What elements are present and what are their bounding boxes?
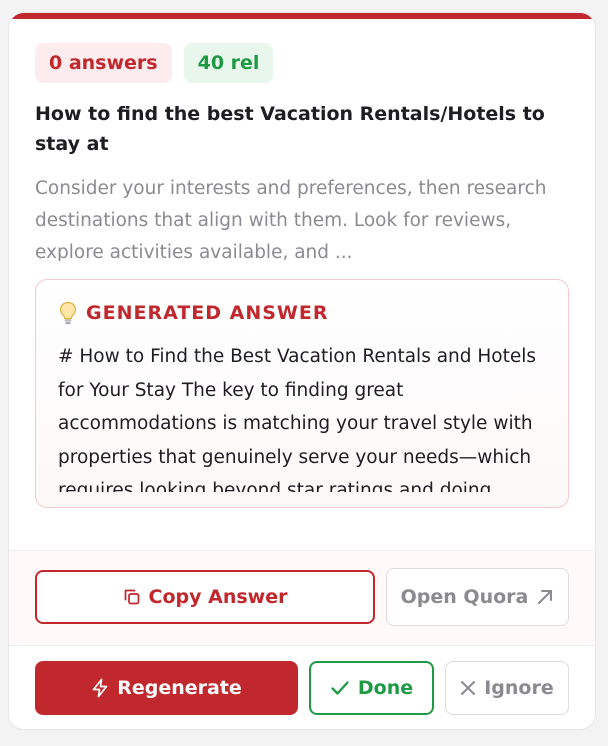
generated-answer-box: GENERATED ANSWER # How to Find the Best … (35, 279, 569, 508)
ignore-button[interactable]: Ignore (445, 661, 569, 715)
question-title: How to find the best Vacation Rentals/Ho… (35, 103, 545, 155)
done-label: Done (357, 677, 414, 699)
regenerate-label: Regenerate (117, 677, 242, 699)
regenerate-button[interactable]: Regenerate (35, 661, 298, 715)
divider-bottom (9, 645, 595, 646)
generated-answer-header: GENERATED ANSWER (58, 300, 329, 326)
answers-count-badge: 0 answers (35, 43, 172, 83)
lightning-icon (91, 678, 109, 698)
generated-answer-text: # How to Find the Best Vacation Rentals … (58, 346, 537, 492)
arrow-up-right-icon (536, 588, 554, 606)
open-quora-label: Open Quora (400, 586, 529, 608)
ignore-label: Ignore (484, 677, 554, 699)
generated-answer-label: GENERATED ANSWER (86, 302, 329, 324)
open-quora-button[interactable]: Open Quora (386, 568, 569, 626)
copy-answer-button[interactable]: Copy Answer (35, 570, 375, 624)
question-card: 0 answers 40 rel How to find the best Va… (8, 12, 596, 730)
badge-row: 0 answers 40 rel (35, 43, 274, 83)
copy-icon (123, 588, 141, 606)
check-icon (330, 679, 350, 697)
relevance-badge: 40 rel (183, 43, 274, 83)
lightbulb-icon (58, 300, 78, 326)
done-button[interactable]: Done (309, 661, 434, 715)
question-description: Consider your interests and preferences,… (35, 178, 547, 261)
copy-answer-label: Copy Answer (148, 586, 288, 608)
x-icon (460, 680, 476, 696)
card-accent-bar (9, 13, 595, 19)
divider-top (9, 550, 595, 551)
